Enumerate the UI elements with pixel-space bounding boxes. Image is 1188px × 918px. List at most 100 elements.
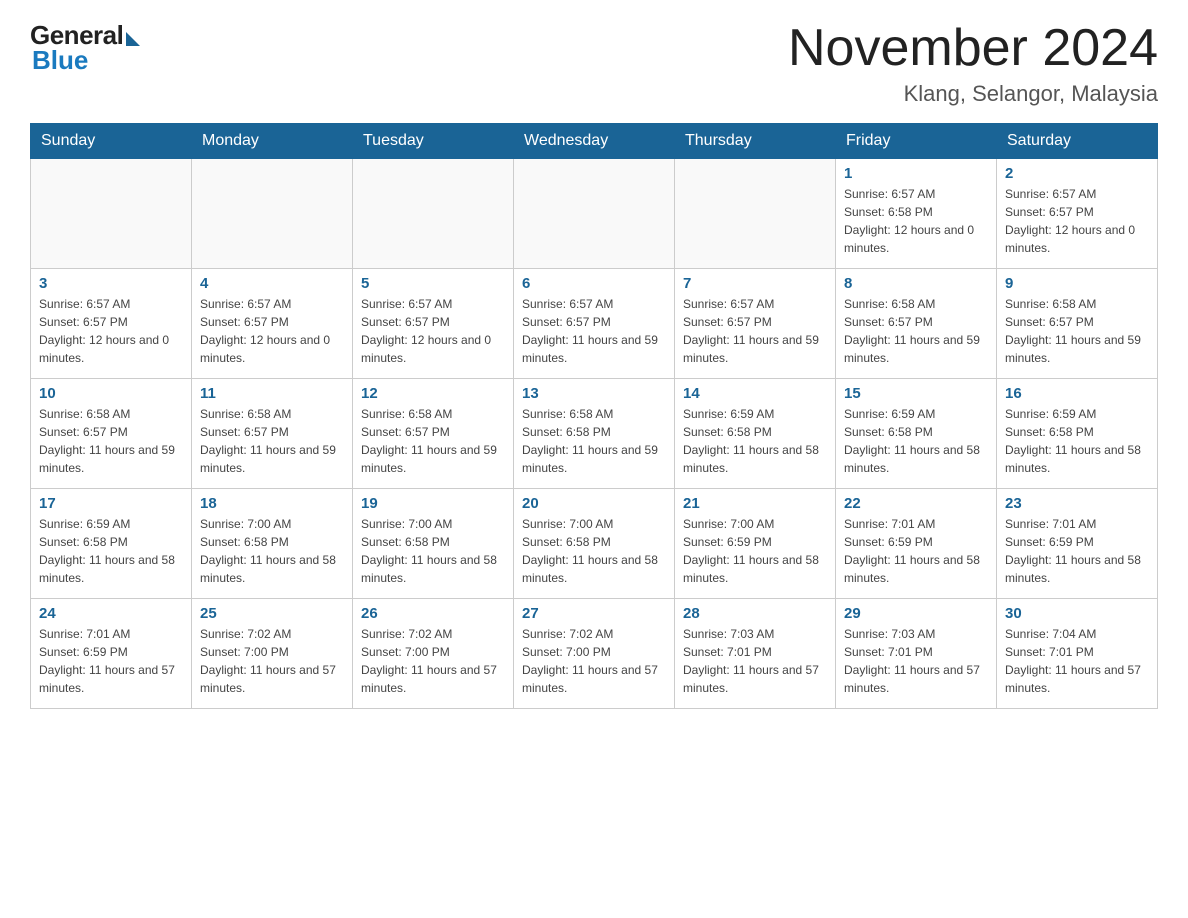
day-info: Sunrise: 7:02 AM Sunset: 7:00 PM Dayligh…	[361, 625, 505, 697]
calendar-cell	[31, 159, 192, 269]
calendar-cell: 12 Sunrise: 6:58 AM Sunset: 6:57 PM Dayli…	[353, 379, 514, 489]
day-number: 11	[200, 385, 344, 402]
calendar-cell: 19 Sunrise: 7:00 AM Sunset: 6:58 PM Dayli…	[353, 489, 514, 599]
day-number: 26	[361, 605, 505, 622]
day-number: 16	[1005, 385, 1149, 402]
day-info: Sunrise: 7:00 AM Sunset: 6:58 PM Dayligh…	[361, 515, 505, 587]
calendar-cell	[514, 159, 675, 269]
day-number: 5	[361, 275, 505, 292]
day-info: Sunrise: 6:57 AM Sunset: 6:57 PM Dayligh…	[39, 295, 183, 367]
calendar-cell	[675, 159, 836, 269]
calendar-week-4: 17 Sunrise: 6:59 AM Sunset: 6:58 PM Dayli…	[31, 489, 1158, 599]
calendar-cell: 13 Sunrise: 6:58 AM Sunset: 6:58 PM Dayli…	[514, 379, 675, 489]
day-number: 22	[844, 495, 988, 512]
calendar-cell: 1 Sunrise: 6:57 AM Sunset: 6:58 PM Daylig…	[836, 159, 997, 269]
location-text: Klang, Selangor, Malaysia	[788, 81, 1158, 107]
day-number: 12	[361, 385, 505, 402]
day-info: Sunrise: 7:00 AM Sunset: 6:58 PM Dayligh…	[522, 515, 666, 587]
day-number: 15	[844, 385, 988, 402]
calendar-week-3: 10 Sunrise: 6:58 AM Sunset: 6:57 PM Dayli…	[31, 379, 1158, 489]
day-number: 2	[1005, 165, 1149, 182]
day-number: 3	[39, 275, 183, 292]
day-info: Sunrise: 6:57 AM Sunset: 6:57 PM Dayligh…	[200, 295, 344, 367]
day-info: Sunrise: 7:03 AM Sunset: 7:01 PM Dayligh…	[683, 625, 827, 697]
day-number: 17	[39, 495, 183, 512]
day-info: Sunrise: 7:00 AM Sunset: 6:59 PM Dayligh…	[683, 515, 827, 587]
day-info: Sunrise: 7:04 AM Sunset: 7:01 PM Dayligh…	[1005, 625, 1149, 697]
day-info: Sunrise: 6:59 AM Sunset: 6:58 PM Dayligh…	[39, 515, 183, 587]
month-title: November 2024	[788, 20, 1158, 77]
calendar-cell: 9Sunrise: 6:58 AM Sunset: 6:57 PM Daylig…	[997, 269, 1158, 379]
day-number: 14	[683, 385, 827, 402]
calendar-cell: 18 Sunrise: 7:00 AM Sunset: 6:58 PM Dayli…	[192, 489, 353, 599]
day-info: Sunrise: 6:58 AM Sunset: 6:57 PM Dayligh…	[200, 405, 344, 477]
day-info: Sunrise: 6:57 AM Sunset: 6:58 PM Dayligh…	[844, 185, 988, 257]
logo: General Blue	[30, 20, 140, 76]
calendar-cell: 2 Sunrise: 6:57 AM Sunset: 6:57 PM Daylig…	[997, 159, 1158, 269]
day-number: 20	[522, 495, 666, 512]
day-info: Sunrise: 7:01 AM Sunset: 6:59 PM Dayligh…	[1005, 515, 1149, 587]
calendar-cell: 3 Sunrise: 6:57 AM Sunset: 6:57 PM Daylig…	[31, 269, 192, 379]
calendar-cell: 6Sunrise: 6:57 AM Sunset: 6:57 PM Daylig…	[514, 269, 675, 379]
day-info: Sunrise: 6:57 AM Sunset: 6:57 PM Dayligh…	[683, 295, 827, 367]
calendar-cell: 16 Sunrise: 6:59 AM Sunset: 6:58 PM Dayli…	[997, 379, 1158, 489]
day-info: Sunrise: 6:57 AM Sunset: 6:57 PM Dayligh…	[1005, 185, 1149, 257]
calendar-cell: 24Sunrise: 7:01 AM Sunset: 6:59 PM Dayli…	[31, 599, 192, 709]
calendar-cell: 21 Sunrise: 7:00 AM Sunset: 6:59 PM Dayli…	[675, 489, 836, 599]
title-block: November 2024 Klang, Selangor, Malaysia	[788, 20, 1158, 107]
day-info: Sunrise: 7:00 AM Sunset: 6:58 PM Dayligh…	[200, 515, 344, 587]
calendar-cell: 29 Sunrise: 7:03 AM Sunset: 7:01 PM Dayli…	[836, 599, 997, 709]
day-number: 4	[200, 275, 344, 292]
calendar-cell: 23 Sunrise: 7:01 AM Sunset: 6:59 PM Dayli…	[997, 489, 1158, 599]
day-number: 1	[844, 165, 988, 182]
day-number: 10	[39, 385, 183, 402]
day-number: 19	[361, 495, 505, 512]
day-info: Sunrise: 6:58 AM Sunset: 6:57 PM Dayligh…	[1005, 295, 1149, 367]
day-info: Sunrise: 6:57 AM Sunset: 6:57 PM Dayligh…	[361, 295, 505, 367]
day-number: 8	[844, 275, 988, 292]
day-number: 13	[522, 385, 666, 402]
day-number: 21	[683, 495, 827, 512]
calendar-cell: 14 Sunrise: 6:59 AM Sunset: 6:58 PM Dayli…	[675, 379, 836, 489]
day-info: Sunrise: 7:01 AM Sunset: 6:59 PM Dayligh…	[39, 625, 183, 697]
logo-blue-text: Blue	[32, 45, 88, 76]
day-number: 27	[522, 605, 666, 622]
calendar-cell: 30 Sunrise: 7:04 AM Sunset: 7:01 PM Dayli…	[997, 599, 1158, 709]
day-info: Sunrise: 7:03 AM Sunset: 7:01 PM Dayligh…	[844, 625, 988, 697]
day-number: 25	[200, 605, 344, 622]
calendar-week-1: 1 Sunrise: 6:57 AM Sunset: 6:58 PM Daylig…	[31, 159, 1158, 269]
day-of-week-monday: Monday	[192, 124, 353, 159]
day-of-week-wednesday: Wednesday	[514, 124, 675, 159]
day-number: 30	[1005, 605, 1149, 622]
day-of-week-sunday: Sunday	[31, 124, 192, 159]
day-number: 7	[683, 275, 827, 292]
calendar-week-2: 3 Sunrise: 6:57 AM Sunset: 6:57 PM Daylig…	[31, 269, 1158, 379]
day-of-week-saturday: Saturday	[997, 124, 1158, 159]
day-info: Sunrise: 6:58 AM Sunset: 6:58 PM Dayligh…	[522, 405, 666, 477]
calendar-cell: 17 Sunrise: 6:59 AM Sunset: 6:58 PM Dayli…	[31, 489, 192, 599]
day-number: 29	[844, 605, 988, 622]
logo-arrow-icon	[126, 32, 140, 46]
calendar-cell: 27Sunrise: 7:02 AM Sunset: 7:00 PM Dayli…	[514, 599, 675, 709]
day-info: Sunrise: 6:58 AM Sunset: 6:57 PM Dayligh…	[844, 295, 988, 367]
day-of-week-thursday: Thursday	[675, 124, 836, 159]
page-header: General Blue November 2024 Klang, Selang…	[30, 20, 1158, 107]
day-info: Sunrise: 6:59 AM Sunset: 6:58 PM Dayligh…	[844, 405, 988, 477]
calendar-cell	[192, 159, 353, 269]
calendar-cell: 10 Sunrise: 6:58 AM Sunset: 6:57 PM Dayli…	[31, 379, 192, 489]
calendar-cell: 28 Sunrise: 7:03 AM Sunset: 7:01 PM Dayli…	[675, 599, 836, 709]
calendar-cell: 11 Sunrise: 6:58 AM Sunset: 6:57 PM Dayli…	[192, 379, 353, 489]
day-info: Sunrise: 7:02 AM Sunset: 7:00 PM Dayligh…	[200, 625, 344, 697]
day-number: 18	[200, 495, 344, 512]
day-info: Sunrise: 7:01 AM Sunset: 6:59 PM Dayligh…	[844, 515, 988, 587]
calendar-cell	[353, 159, 514, 269]
day-info: Sunrise: 6:59 AM Sunset: 6:58 PM Dayligh…	[1005, 405, 1149, 477]
calendar-cell: 5 Sunrise: 6:57 AM Sunset: 6:57 PM Daylig…	[353, 269, 514, 379]
calendar-cell: 8 Sunrise: 6:58 AM Sunset: 6:57 PM Daylig…	[836, 269, 997, 379]
day-info: Sunrise: 6:58 AM Sunset: 6:57 PM Dayligh…	[361, 405, 505, 477]
day-number: 28	[683, 605, 827, 622]
calendar-cell: 4 Sunrise: 6:57 AM Sunset: 6:57 PM Daylig…	[192, 269, 353, 379]
day-number: 23	[1005, 495, 1149, 512]
day-info: Sunrise: 6:59 AM Sunset: 6:58 PM Dayligh…	[683, 405, 827, 477]
day-info: Sunrise: 6:58 AM Sunset: 6:57 PM Dayligh…	[39, 405, 183, 477]
